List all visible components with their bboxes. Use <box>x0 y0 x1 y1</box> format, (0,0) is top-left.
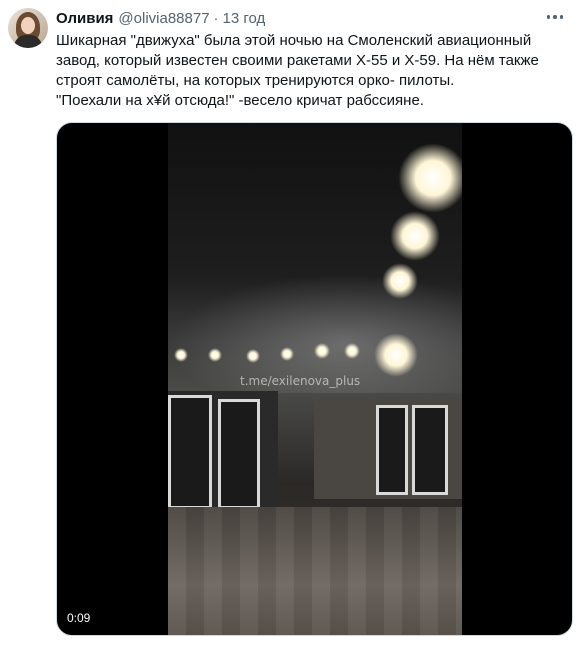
light-glow <box>208 348 222 362</box>
light-glow <box>374 333 418 377</box>
video-duration: 0:09 <box>67 611 91 625</box>
tweet-text-line: Шикарная "движуха" была этой ночью на См… <box>56 32 532 49</box>
video-player[interactable]: t.me/exilenova_plus 0:09 <box>56 122 573 636</box>
video-frame: t.me/exilenova_plus <box>168 123 462 635</box>
avatar-face <box>21 17 35 34</box>
tweet-text-line: завод, который известен своими ракетами … <box>56 52 539 69</box>
paved-ground <box>168 507 462 635</box>
glass-door <box>412 405 448 495</box>
author-name[interactable]: Оливия <box>56 10 113 27</box>
light-glow <box>174 348 188 362</box>
light-glow <box>314 343 330 359</box>
light-glow <box>390 211 440 261</box>
avatar-body <box>14 35 42 48</box>
more-horizontal-icon[interactable] <box>543 10 567 24</box>
light-glow <box>382 263 418 299</box>
avatar[interactable] <box>8 8 48 48</box>
glass-door <box>218 399 260 509</box>
tweet: Оливия @olivia88877 · 13 год Шикарная "д… <box>0 0 581 647</box>
light-glow <box>280 347 294 361</box>
glass-door <box>376 405 408 495</box>
light-glow <box>246 349 260 363</box>
more-dot <box>553 15 557 19</box>
tweet-text-line: строят самолёты, на которых тренируются … <box>56 72 455 89</box>
video-watermark: t.me/exilenova_plus <box>240 374 361 388</box>
light-glow <box>398 143 462 213</box>
more-dot <box>559 15 564 19</box>
tweet-text: Шикарная "движуха" была этой ночью на См… <box>56 31 566 111</box>
tweet-timestamp[interactable]: 13 год <box>223 10 266 27</box>
glass-door <box>168 395 212 509</box>
light-glow <box>344 343 360 359</box>
tweet-text-line: "Поехали на х¥й отсюда!" -весело кричат … <box>56 92 424 109</box>
tweet-header: Оливия @olivia88877 · 13 год <box>56 8 265 28</box>
separator-dot: · <box>213 9 219 27</box>
author-handle[interactable]: @olivia88877 <box>118 10 209 27</box>
more-dot <box>546 15 551 19</box>
